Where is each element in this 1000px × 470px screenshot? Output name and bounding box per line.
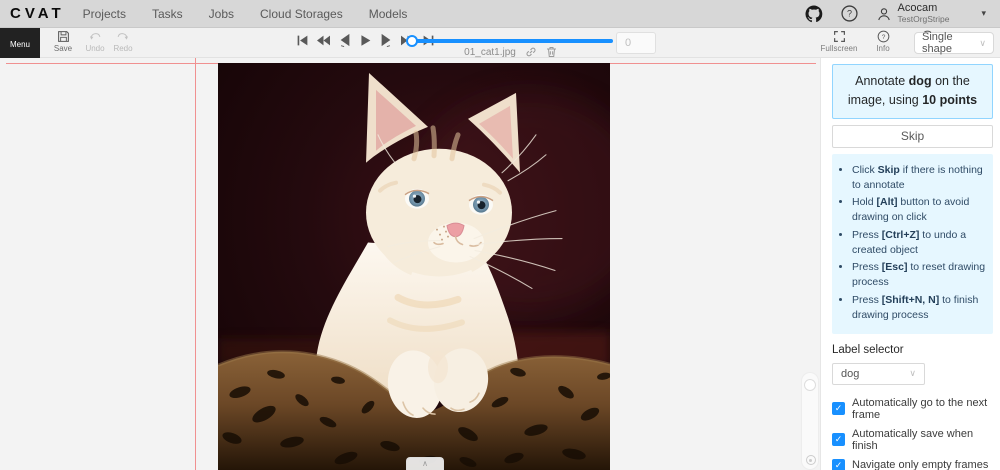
user-caret-icon[interactable]: ▾ xyxy=(981,8,986,19)
checkbox-checked-icon[interactable]: ✓ xyxy=(832,433,845,446)
vertical-slider-widget[interactable] xyxy=(801,372,819,470)
options-list: ✓ Automatically go to the next frame ✓ Auto… xyxy=(832,397,993,470)
fullscreen-icon xyxy=(833,30,846,43)
github-icon[interactable] xyxy=(805,5,823,23)
user-menu[interactable]: Acocam TestOrgStripe xyxy=(876,3,950,23)
user-org: TestOrgStripe xyxy=(898,15,950,24)
first-frame-button[interactable] xyxy=(296,34,309,47)
annotation-canvas[interactable]: ∧ xyxy=(0,58,820,470)
annotation-prompt: Annotate dog on the image, using 10 poin… xyxy=(832,64,993,119)
frame-delete-icon[interactable] xyxy=(546,46,557,58)
vertical-slider-handle[interactable] xyxy=(804,379,816,391)
undo-button[interactable]: Undo xyxy=(80,30,110,53)
help-icon[interactable]: ? xyxy=(841,5,858,22)
previous-frame-button[interactable] xyxy=(338,33,352,47)
collapse-canvas-tab[interactable]: ∧ xyxy=(406,457,444,470)
tip-item: Press [Esc] to reset drawing process xyxy=(852,260,987,290)
header-right: ? Acocam TestOrgStripe ▾ xyxy=(805,3,1000,23)
nav-item-tasks[interactable]: Tasks xyxy=(152,7,183,21)
svg-text:?: ? xyxy=(846,9,851,19)
checkbox-automatically-go-to-the-next-frame[interactable]: ✓ Automatically go to the next frame xyxy=(832,397,993,421)
undo-icon xyxy=(88,30,102,43)
nav-item-cloud-storages[interactable]: Cloud Storages xyxy=(260,7,343,21)
checkbox-label: Navigate only empty frames xyxy=(852,459,988,470)
top-nav-bar: CVAT Projects Tasks Jobs Cloud Storages Mode… xyxy=(0,0,1000,28)
menu-button[interactable]: Menu xyxy=(0,28,40,58)
prompt-label: dog xyxy=(909,74,932,88)
info-icon: ? xyxy=(877,30,890,43)
single-shape-sidebar: Annotate dog on the image, using 10 poin… xyxy=(820,58,1000,470)
file-row: 01_cat1.jpg xyxy=(408,46,613,58)
checkbox-automatically-save-when-finish[interactable]: ✓ Automatically save when finish xyxy=(832,428,993,452)
redo-button[interactable]: Redo xyxy=(108,30,138,53)
label-selector-dropdown[interactable]: dog ∨ xyxy=(832,363,925,385)
redo-icon xyxy=(116,30,130,43)
main-nav: Projects Tasks Jobs Cloud Storages Models xyxy=(83,7,408,21)
frame-filename: 01_cat1.jpg xyxy=(464,47,516,58)
svg-text:?: ? xyxy=(881,34,885,41)
chevron-up-icon: ∧ xyxy=(422,460,428,468)
checkbox-checked-icon[interactable]: ✓ xyxy=(832,402,845,415)
play-button[interactable] xyxy=(359,34,372,47)
chevron-down-icon: ∨ xyxy=(979,38,986,49)
annotation-toolbar: Menu Save Undo Redo 01_cat1.jpg xyxy=(0,28,1000,58)
cvat-app: CVAT Projects Tasks Jobs Cloud Storages Mode… xyxy=(0,0,1000,470)
frame-link-icon[interactable] xyxy=(525,46,537,58)
user-icon xyxy=(876,6,892,22)
tips-list: Click Skip if there is nothing to annota… xyxy=(836,163,987,323)
frame-number-input[interactable] xyxy=(616,32,656,54)
prompt-points: 10 points xyxy=(922,93,977,107)
info-button[interactable]: ? Info xyxy=(868,30,898,53)
label-selector-value: dog xyxy=(841,368,859,380)
crosshair-vertical xyxy=(195,58,196,470)
cvat-logo[interactable]: CVAT xyxy=(10,5,65,22)
next-frame-button[interactable] xyxy=(379,33,393,47)
save-button[interactable]: Save xyxy=(48,30,78,53)
checkbox-label: Automatically go to the next frame xyxy=(852,397,993,421)
tips-box: Click Skip if there is nothing to annota… xyxy=(832,154,993,334)
nav-item-models[interactable]: Models xyxy=(369,7,408,21)
user-names: Acocam TestOrgStripe xyxy=(898,3,950,23)
skip-button[interactable]: Skip xyxy=(832,125,993,148)
tip-item: Press [Ctrl+Z] to undo a created object xyxy=(852,228,987,258)
mode-select[interactable]: Single shape ∨ xyxy=(914,32,994,54)
target-icon[interactable] xyxy=(806,455,816,465)
label-selector-title: Label selector xyxy=(832,344,993,356)
nav-item-projects[interactable]: Projects xyxy=(83,7,126,21)
fullscreen-button[interactable]: Fullscreen xyxy=(824,30,854,53)
tip-item: Press [Shift+N, N] to finish drawing pro… xyxy=(852,293,987,323)
backward-jump-button[interactable] xyxy=(316,34,331,47)
kitten-photo[interactable] xyxy=(218,63,610,470)
tip-item: Hold [Alt] button to avoid drawing on cl… xyxy=(852,195,987,225)
checkbox-label: Automatically save when finish xyxy=(852,428,993,452)
tip-item: Click Skip if there is nothing to annota… xyxy=(852,163,987,193)
nav-item-jobs[interactable]: Jobs xyxy=(209,7,234,21)
frame-slider[interactable] xyxy=(408,39,613,43)
checkbox-checked-icon[interactable]: ✓ xyxy=(832,459,845,470)
chevron-down-icon: ∨ xyxy=(909,368,916,379)
checkbox-navigate-only-empty-frames[interactable]: ✓ Navigate only empty frames xyxy=(832,459,993,470)
save-icon xyxy=(57,30,70,43)
